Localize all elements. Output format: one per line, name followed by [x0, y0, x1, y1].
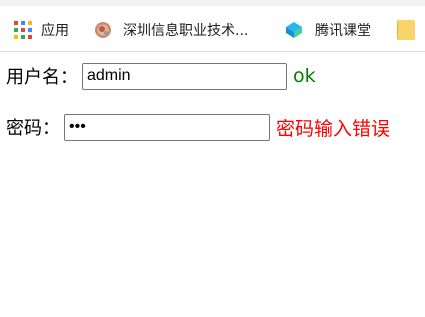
password-label: 密码： — [6, 118, 60, 139]
username-status-message: ok — [293, 65, 316, 87]
bookmark-sziit-label: 深圳信息职业技术... — [123, 23, 249, 39]
username-label: 用户名： — [6, 67, 78, 88]
password-error-message: 密码输入错误 — [276, 117, 391, 140]
password-input[interactable] — [64, 113, 270, 141]
apps-grid-icon — [14, 21, 32, 39]
password-row: 密码： 密码输入错误 — [6, 112, 390, 142]
bookmark-folder-icon[interactable] — [397, 20, 415, 40]
bookmark-tencent-classroom[interactable]: 腾讯课堂 — [285, 19, 371, 41]
username-row: 用户名： ok — [6, 62, 316, 90]
bookmark-apps[interactable]: 应用 — [14, 19, 69, 41]
bookmark-tencent-label: 腾讯课堂 — [315, 23, 371, 39]
bookmark-sziit[interactable]: 深圳信息职业技术... — [93, 19, 248, 41]
bookmark-apps-label: 应用 — [41, 23, 69, 39]
bookmarks-bar: 应用 深圳信息职业技术... 腾讯课堂 — [0, 0, 425, 52]
username-input[interactable] — [82, 62, 287, 90]
tencent-classroom-icon — [286, 22, 302, 38]
snail-logo-icon — [95, 22, 111, 38]
